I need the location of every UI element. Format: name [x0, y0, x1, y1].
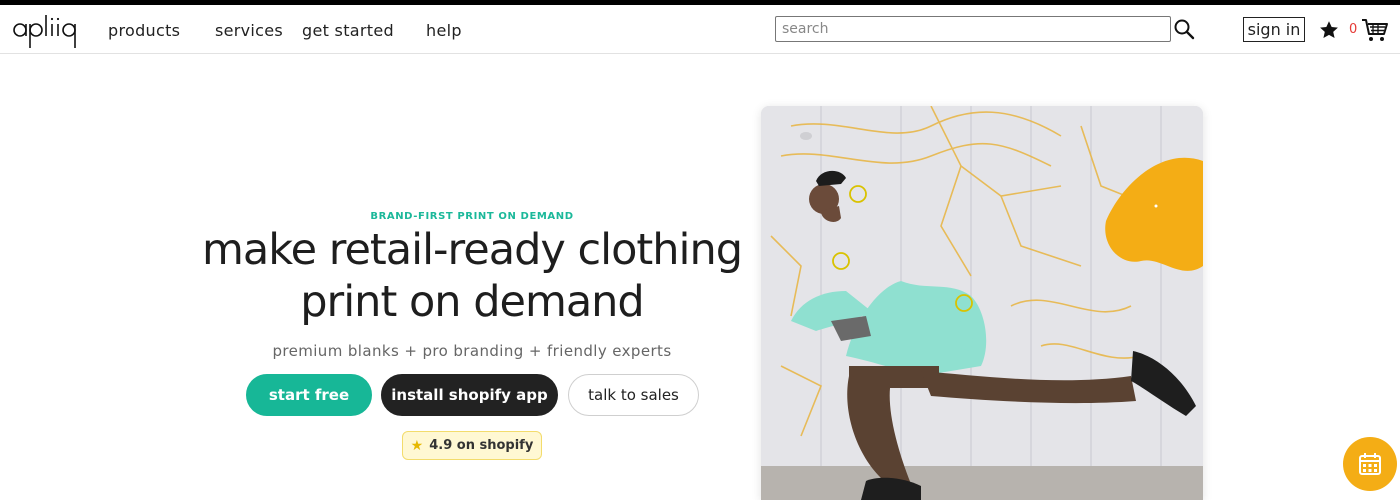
start-free-button[interactable]: start free: [246, 374, 372, 416]
site-header: products services get started help sign …: [0, 5, 1400, 54]
search-input[interactable]: [775, 16, 1171, 42]
nav-services[interactable]: services: [215, 21, 283, 40]
hero-image: [761, 106, 1203, 500]
shopify-rating-badge[interactable]: ★ 4.9 on shopify: [402, 431, 542, 460]
headline-line-2: print on demand: [300, 277, 644, 327]
cart-count-badge: 0: [1349, 22, 1358, 37]
hero-eyebrow: BRAND-FIRST PRINT ON DEMAND: [370, 211, 574, 222]
apliiq-logo[interactable]: [13, 13, 81, 51]
sign-in-button[interactable]: sign in: [1243, 17, 1305, 42]
headline-line-1: make retail-ready clothing: [202, 225, 743, 275]
talk-to-sales-button[interactable]: talk to sales: [568, 374, 699, 416]
rating-star-icon: ★: [410, 437, 424, 454]
search-icon[interactable]: [1173, 18, 1195, 40]
nav-get-started[interactable]: get started: [302, 21, 394, 40]
cart-icon[interactable]: [1361, 17, 1389, 43]
calendar-button[interactable]: [1343, 437, 1397, 491]
star-icon[interactable]: [1318, 19, 1340, 41]
rating-text: 4.9 on shopify: [429, 438, 534, 453]
nav-products[interactable]: products: [108, 21, 180, 40]
hero-headline: make retail-ready clothing print on dema…: [180, 224, 764, 328]
calendar-icon: [1359, 453, 1381, 475]
nav-help[interactable]: help: [426, 21, 462, 40]
install-shopify-app-button[interactable]: install shopify app: [381, 374, 558, 416]
hero-subhead: premium blanks + pro branding + friendly…: [272, 342, 672, 360]
